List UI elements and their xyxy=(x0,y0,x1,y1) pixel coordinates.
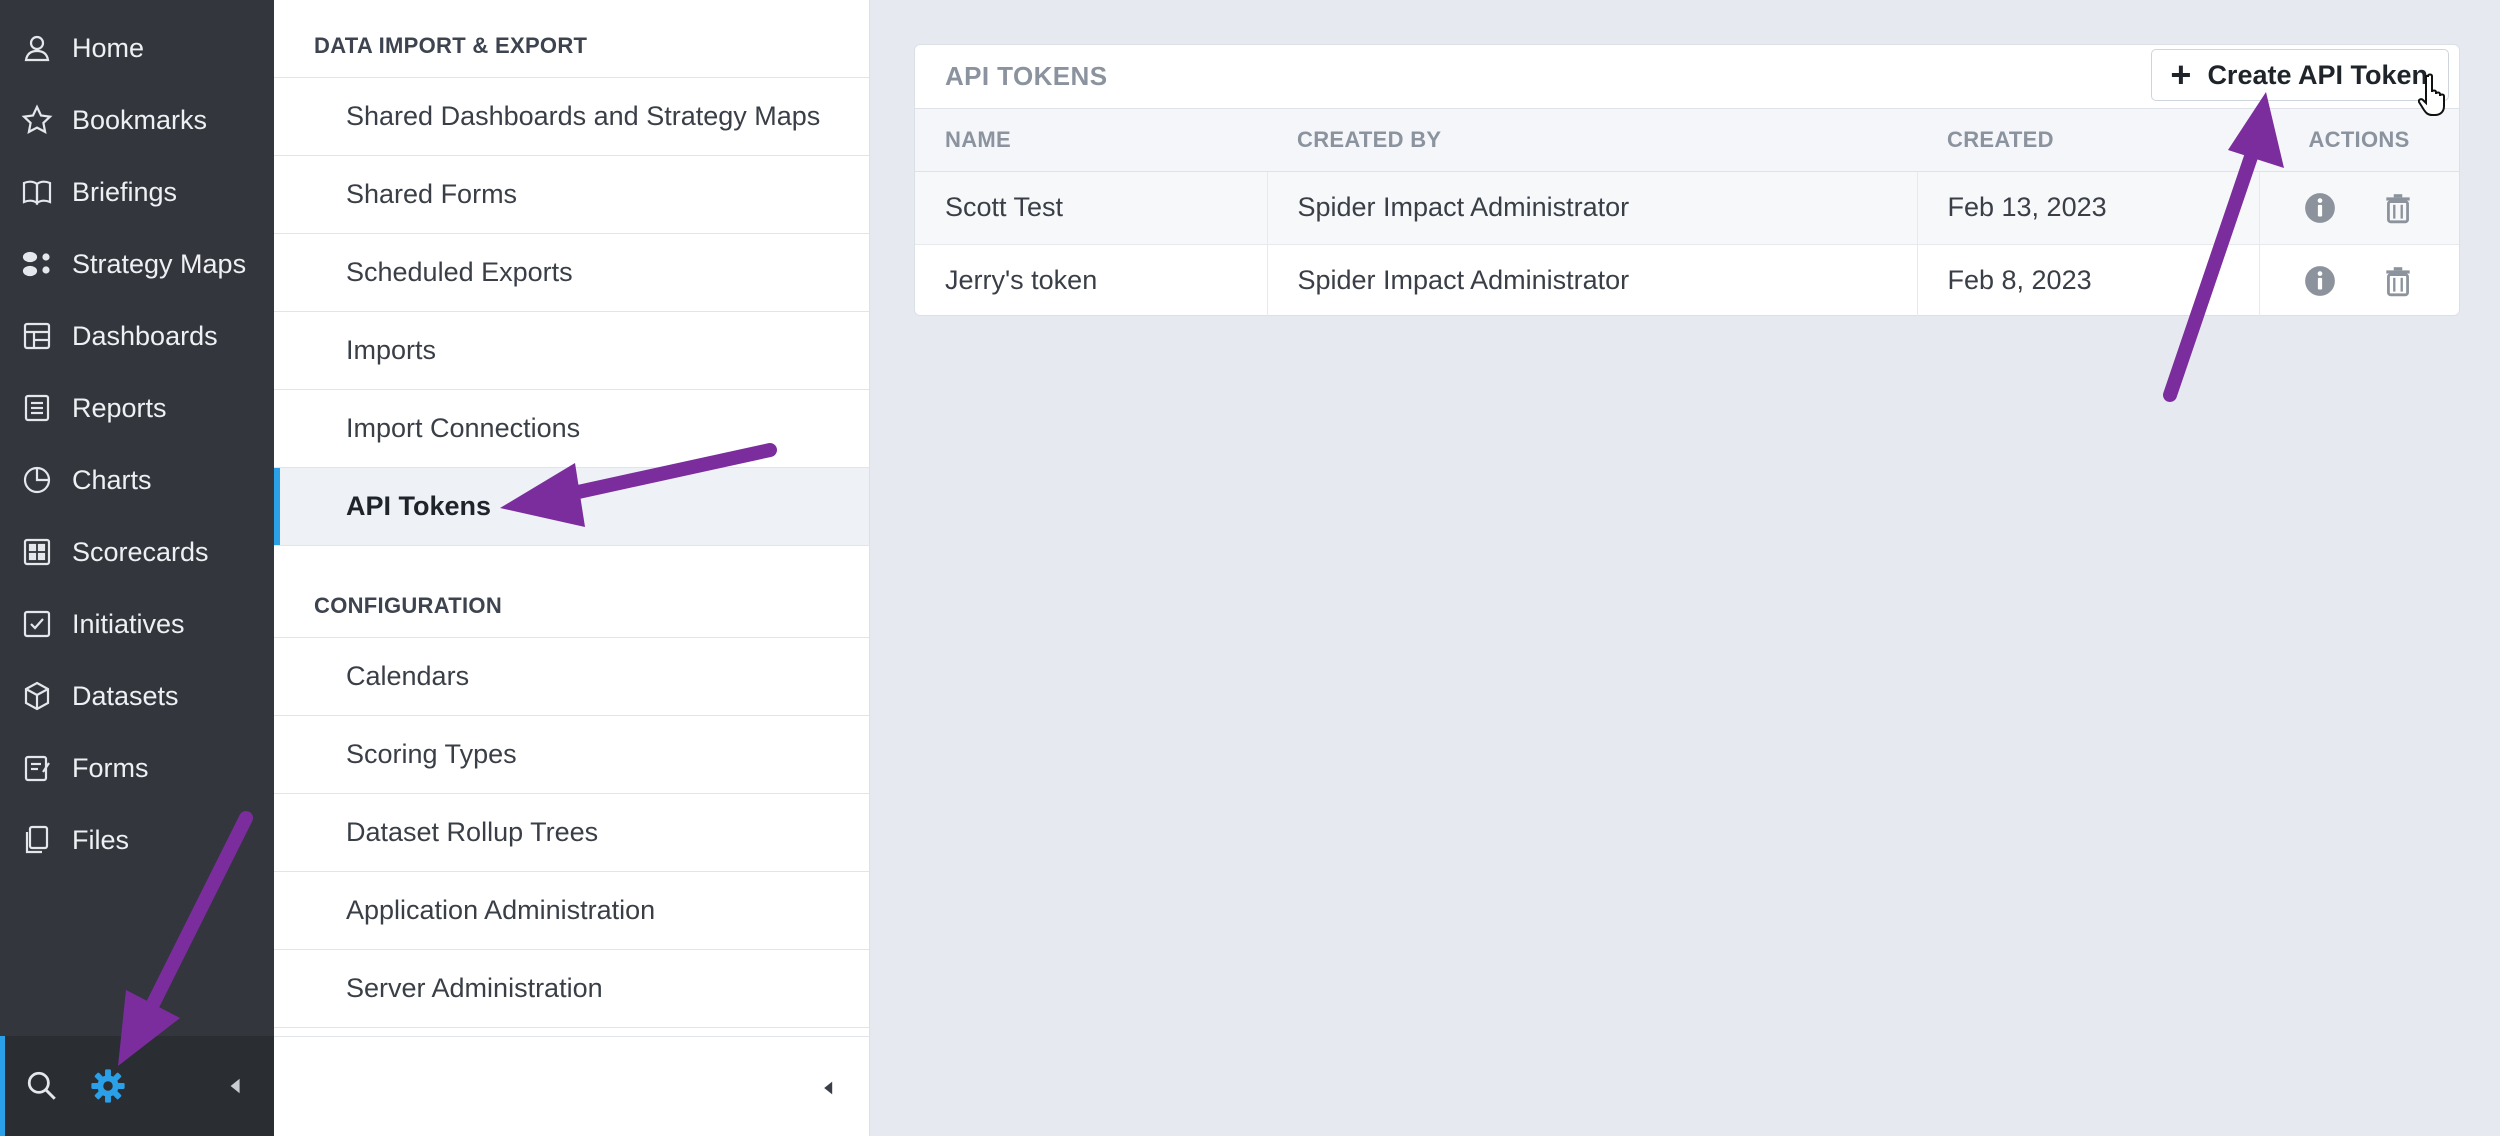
user-icon xyxy=(20,31,54,65)
search-button[interactable] xyxy=(20,1064,64,1108)
nav-item-initiatives[interactable]: Initiatives xyxy=(0,588,274,660)
nav-item-home[interactable]: Home xyxy=(0,12,274,84)
nav-item-label: Initiatives xyxy=(72,608,185,639)
collapse-panel-button[interactable] xyxy=(814,1073,844,1103)
settings-panel-footer xyxy=(274,1036,870,1136)
column-header-name[interactable]: NAME xyxy=(915,109,1267,172)
book-icon xyxy=(20,175,54,209)
nav-item-label: Briefings xyxy=(72,176,178,207)
token-created-by: Spider Impact Administrator xyxy=(1267,171,1918,245)
nav-item-label: Bookmarks xyxy=(72,104,208,135)
api-tokens-table: NAME CREATED BY CREATED ACTIONS Scott Te… xyxy=(915,109,2459,317)
nav-item-scorecards[interactable]: Scorecards xyxy=(0,516,274,588)
nav-item-reports[interactable]: Reports xyxy=(0,372,274,444)
nav-item-label: Scorecards xyxy=(72,536,209,567)
scorecard-icon xyxy=(20,535,54,569)
nav-item-label: Files xyxy=(72,824,130,855)
settings-button[interactable] xyxy=(86,1064,130,1108)
settings-item-server-administration[interactable]: Server Administration xyxy=(274,950,869,1028)
nav-item-label: Home xyxy=(72,32,145,63)
settings-item-shared-dashboards[interactable]: Shared Dashboards and Strategy Maps xyxy=(274,78,869,156)
trash-icon[interactable] xyxy=(2381,191,2415,225)
settings-item-import-connections[interactable]: Import Connections xyxy=(274,390,869,468)
nav-item-strategy-maps[interactable]: Strategy Maps xyxy=(0,228,274,300)
token-actions xyxy=(2259,171,2459,245)
section-heading-configuration: CONFIGURATION xyxy=(274,546,869,638)
active-indicator xyxy=(0,1036,5,1136)
settings-panel: DATA IMPORT & EXPORT Shared Dashboards a… xyxy=(274,0,870,1136)
token-name: Scott Test xyxy=(915,171,1268,245)
report-icon xyxy=(20,391,54,425)
nav-item-label: Reports xyxy=(72,392,167,423)
settings-item-application-administration[interactable]: Application Administration xyxy=(274,872,869,950)
dashboard-icon xyxy=(20,319,54,353)
column-header-created-by[interactable]: CREATED BY xyxy=(1267,109,1917,172)
trash-icon[interactable] xyxy=(2381,264,2415,298)
settings-item-scheduled-exports[interactable]: Scheduled Exports xyxy=(274,234,869,312)
star-icon xyxy=(20,103,54,137)
table-row: Jerry's token Spider Impact Administrato… xyxy=(915,244,2459,317)
table-row: Scott Test Spider Impact Administrator F… xyxy=(915,171,2459,245)
search-icon xyxy=(27,1071,56,1100)
table-header-row: NAME CREATED BY CREATED ACTIONS xyxy=(915,109,2459,172)
strategy-map-icon xyxy=(20,247,54,281)
caret-left-icon xyxy=(230,1078,240,1094)
column-header-created[interactable]: CREATED xyxy=(1917,109,2259,172)
token-created-date: Feb 13, 2023 xyxy=(1917,171,2260,245)
nav-item-briefings[interactable]: Briefings xyxy=(0,156,274,228)
form-icon xyxy=(20,751,54,785)
collapse-nav-button[interactable] xyxy=(214,1064,258,1108)
cube-icon xyxy=(20,679,54,713)
gear-icon xyxy=(91,1069,125,1103)
settings-item-imports[interactable]: Imports xyxy=(274,312,869,390)
settings-item-scoring-types[interactable]: Scoring Types xyxy=(274,716,869,794)
plus-icon: + xyxy=(2170,54,2192,95)
nav-item-label: Dashboards xyxy=(72,320,218,351)
nav-item-forms[interactable]: Forms xyxy=(0,732,274,804)
main-navigation: Home Bookmarks Briefings Strategy Maps D… xyxy=(0,0,274,1136)
create-api-token-label: Create API Token xyxy=(2207,59,2428,90)
api-tokens-card: API TOKENS + Create API Token NAME CREAT… xyxy=(914,44,2460,317)
nav-item-charts[interactable]: Charts xyxy=(0,444,274,516)
token-actions xyxy=(2259,244,2459,317)
nav-item-bookmarks[interactable]: Bookmarks xyxy=(0,84,274,156)
nav-item-datasets[interactable]: Datasets xyxy=(0,660,274,732)
checkbox-icon xyxy=(20,607,54,641)
info-icon[interactable] xyxy=(2303,191,2337,225)
create-api-token-button[interactable]: + Create API Token xyxy=(2151,49,2449,101)
nav-footer xyxy=(0,1036,274,1136)
section-heading-import-export: DATA IMPORT & EXPORT xyxy=(274,0,869,78)
nav-item-files[interactable]: Files xyxy=(0,804,274,876)
hand-cursor-icon xyxy=(2418,73,2445,116)
column-header-actions: ACTIONS xyxy=(2259,109,2459,172)
files-icon xyxy=(20,823,54,857)
token-created-date: Feb 8, 2023 xyxy=(1917,244,2260,317)
token-created-by: Spider Impact Administrator xyxy=(1267,244,1918,317)
pie-chart-icon xyxy=(20,463,54,497)
token-name: Jerry's token xyxy=(915,244,1268,317)
nav-item-dashboards[interactable]: Dashboards xyxy=(0,300,274,372)
caret-left-icon xyxy=(824,1081,833,1095)
settings-item-dataset-rollup-trees[interactable]: Dataset Rollup Trees xyxy=(274,794,869,872)
nav-item-label: Charts xyxy=(72,464,152,495)
nav-item-label: Forms xyxy=(72,752,149,783)
settings-item-api-tokens[interactable]: API Tokens xyxy=(274,468,869,546)
settings-item-calendars[interactable]: Calendars xyxy=(274,638,869,716)
info-icon[interactable] xyxy=(2303,264,2337,298)
settings-item-shared-forms[interactable]: Shared Forms xyxy=(274,156,869,234)
nav-item-label: Strategy Maps xyxy=(72,248,247,279)
nav-item-label: Datasets xyxy=(72,680,179,711)
